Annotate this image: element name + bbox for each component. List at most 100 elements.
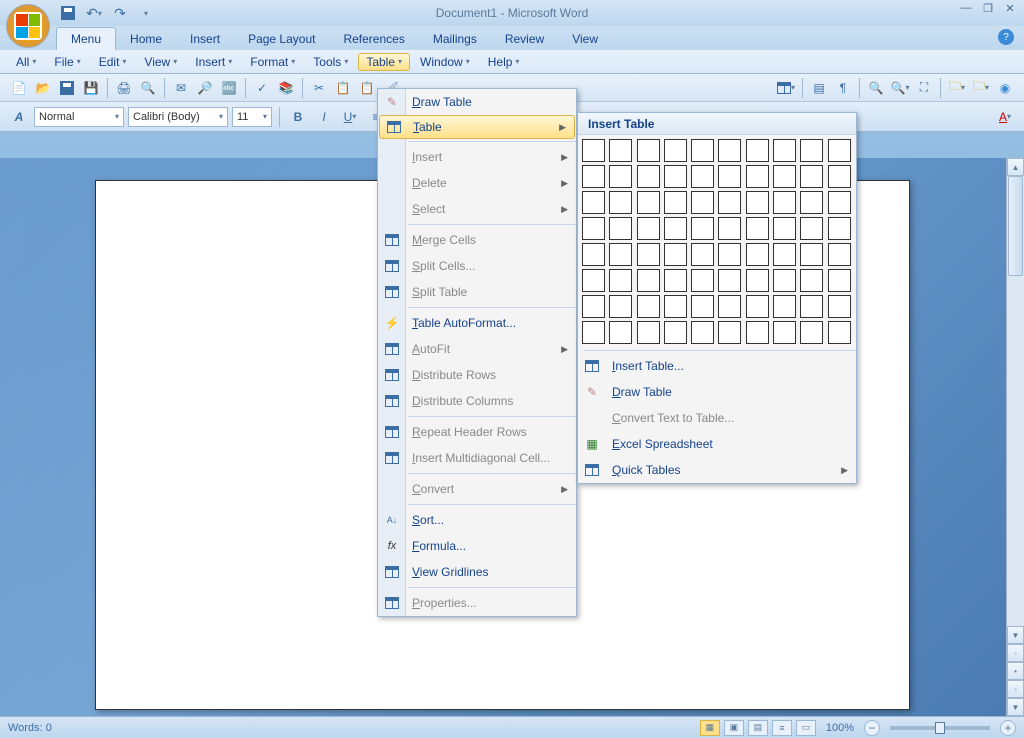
table-grid-cell[interactable] bbox=[637, 139, 660, 162]
table-grid-cell[interactable] bbox=[637, 321, 660, 344]
zoom-in-button[interactable]: + bbox=[1000, 720, 1016, 736]
scroll-down-arrow[interactable]: ▼ bbox=[1007, 626, 1024, 644]
draft-view-button[interactable]: ▭ bbox=[796, 720, 816, 736]
table-grid-cell[interactable] bbox=[582, 321, 605, 344]
zoom-icon[interactable]: 🔍 bbox=[865, 77, 887, 99]
menu-file[interactable]: File▾ bbox=[46, 53, 88, 71]
minimize-button[interactable]: — bbox=[958, 2, 974, 15]
ribbon-tab-mailings[interactable]: Mailings bbox=[419, 28, 491, 50]
table-grid-cell[interactable] bbox=[718, 295, 741, 318]
table-grid-cell[interactable] bbox=[691, 217, 714, 240]
table-grid-cell[interactable] bbox=[773, 269, 796, 292]
columns-icon[interactable]: ▤ bbox=[808, 77, 830, 99]
table-grid-cell[interactable] bbox=[800, 321, 823, 344]
table-grid-cell[interactable] bbox=[691, 321, 714, 344]
paragraph-icon[interactable]: ¶ bbox=[832, 77, 854, 99]
menu-item-table-autoformat-[interactable]: ⚡Table AutoFormat... bbox=[378, 310, 576, 336]
table-grid-cell[interactable] bbox=[664, 191, 687, 214]
word-count[interactable]: Words: 0 bbox=[8, 722, 52, 734]
table-grid-cell[interactable] bbox=[828, 191, 851, 214]
table-grid-cell[interactable] bbox=[828, 217, 851, 240]
menu-edit[interactable]: Edit▾ bbox=[91, 53, 135, 71]
office-button[interactable] bbox=[6, 4, 50, 48]
table-grid-cell[interactable] bbox=[800, 139, 823, 162]
table-grid-cell[interactable] bbox=[637, 191, 660, 214]
table-grid-cell[interactable] bbox=[609, 243, 632, 266]
menu-item-view-gridlines[interactable]: View Gridlines bbox=[378, 559, 576, 585]
table-grid-cell[interactable] bbox=[691, 191, 714, 214]
open-icon[interactable]: 📂 bbox=[32, 77, 54, 99]
undo-icon[interactable]: ↶▾ bbox=[84, 3, 104, 23]
new-icon[interactable]: 📄 bbox=[8, 77, 30, 99]
table-grid-cell[interactable] bbox=[691, 243, 714, 266]
table-grid-cell[interactable] bbox=[664, 139, 687, 162]
table-grid-cell[interactable] bbox=[582, 191, 605, 214]
table-grid-cell[interactable] bbox=[746, 243, 769, 266]
table-grid-cell[interactable] bbox=[582, 165, 605, 188]
table-grid-cell[interactable] bbox=[609, 165, 632, 188]
table-grid-cell[interactable] bbox=[746, 139, 769, 162]
table-grid-cell[interactable] bbox=[582, 295, 605, 318]
cut-icon[interactable]: ✂ bbox=[308, 77, 330, 99]
table-grid-cell[interactable] bbox=[664, 321, 687, 344]
table-grid-cell[interactable] bbox=[637, 269, 660, 292]
close-button[interactable]: ✕ bbox=[1002, 2, 1018, 15]
ribbon-tab-references[interactable]: References bbox=[329, 28, 418, 50]
menu-insert[interactable]: Insert▾ bbox=[187, 53, 240, 71]
help-toolbar-icon[interactable]: ◉ bbox=[994, 77, 1016, 99]
table-grid-cell[interactable] bbox=[746, 217, 769, 240]
table-grid-cell[interactable] bbox=[746, 165, 769, 188]
fullscreen-reading-view-button[interactable]: ▣ bbox=[724, 720, 744, 736]
print-icon[interactable]: 🖨 bbox=[113, 77, 135, 99]
zoom-slider[interactable] bbox=[890, 726, 990, 730]
print-preview-icon[interactable]: 🔍 bbox=[137, 77, 159, 99]
table-grid-cell[interactable] bbox=[609, 269, 632, 292]
menu-all[interactable]: All▾ bbox=[8, 53, 44, 71]
table-grid-cell[interactable] bbox=[800, 217, 823, 240]
table-grid-cell[interactable] bbox=[718, 165, 741, 188]
table-grid-cell[interactable] bbox=[664, 217, 687, 240]
table-grid-cell[interactable] bbox=[582, 269, 605, 292]
fill-icon[interactable]: 🗀▾ bbox=[946, 77, 968, 99]
bold-button[interactable]: B bbox=[287, 106, 309, 128]
table-grid-cell[interactable] bbox=[609, 191, 632, 214]
submenu-item-draw-table[interactable]: ✎Draw Table bbox=[578, 379, 856, 405]
table-grid-cell[interactable] bbox=[800, 295, 823, 318]
table-size-grid[interactable] bbox=[578, 135, 856, 348]
page-down-icon[interactable]: ▼ bbox=[1007, 698, 1024, 716]
table-grid-cell[interactable] bbox=[773, 321, 796, 344]
menu-item-table[interactable]: Table▶ bbox=[379, 115, 575, 139]
menu-window[interactable]: Window▾ bbox=[412, 53, 478, 71]
table-grid-cell[interactable] bbox=[746, 295, 769, 318]
save-icon[interactable] bbox=[58, 3, 78, 23]
menu-tools[interactable]: Tools▾ bbox=[305, 53, 356, 71]
scroll-up-arrow[interactable]: ▲ bbox=[1007, 158, 1024, 176]
search-icon[interactable]: 🔎 bbox=[194, 77, 216, 99]
table-grid-cell[interactable] bbox=[828, 321, 851, 344]
table-grid-cell[interactable] bbox=[828, 243, 851, 266]
table-grid-cell[interactable] bbox=[718, 139, 741, 162]
table-grid-cell[interactable] bbox=[609, 321, 632, 344]
font-size-combo[interactable]: 11▾ bbox=[232, 107, 272, 127]
table-grid-cell[interactable] bbox=[773, 243, 796, 266]
table-grid-cell[interactable] bbox=[718, 191, 741, 214]
ribbon-tab-home[interactable]: Home bbox=[116, 28, 176, 50]
table-grid-cell[interactable] bbox=[582, 139, 605, 162]
table-grid-cell[interactable] bbox=[718, 217, 741, 240]
qat-customize-icon[interactable]: ▾ bbox=[136, 3, 156, 23]
table-grid-cell[interactable] bbox=[691, 165, 714, 188]
table-grid-cell[interactable] bbox=[664, 269, 687, 292]
scroll-thumb[interactable] bbox=[1008, 176, 1023, 276]
outline-view-button[interactable]: ≡ bbox=[772, 720, 792, 736]
restore-button[interactable]: ❐ bbox=[980, 2, 996, 15]
paste-icon[interactable]: 📋 bbox=[356, 77, 378, 99]
table-grid-cell[interactable] bbox=[773, 295, 796, 318]
save-icon[interactable] bbox=[56, 77, 78, 99]
table-grid-cell[interactable] bbox=[637, 243, 660, 266]
email-icon[interactable]: ✉ bbox=[170, 77, 192, 99]
ribbon-tab-insert[interactable]: Insert bbox=[176, 28, 234, 50]
submenu-item-quick-tables[interactable]: Quick Tables▶ bbox=[578, 457, 856, 483]
table-grid-cell[interactable] bbox=[746, 321, 769, 344]
menu-item-draw-table[interactable]: ✎Draw Table bbox=[378, 89, 576, 115]
table-grid-cell[interactable] bbox=[718, 269, 741, 292]
